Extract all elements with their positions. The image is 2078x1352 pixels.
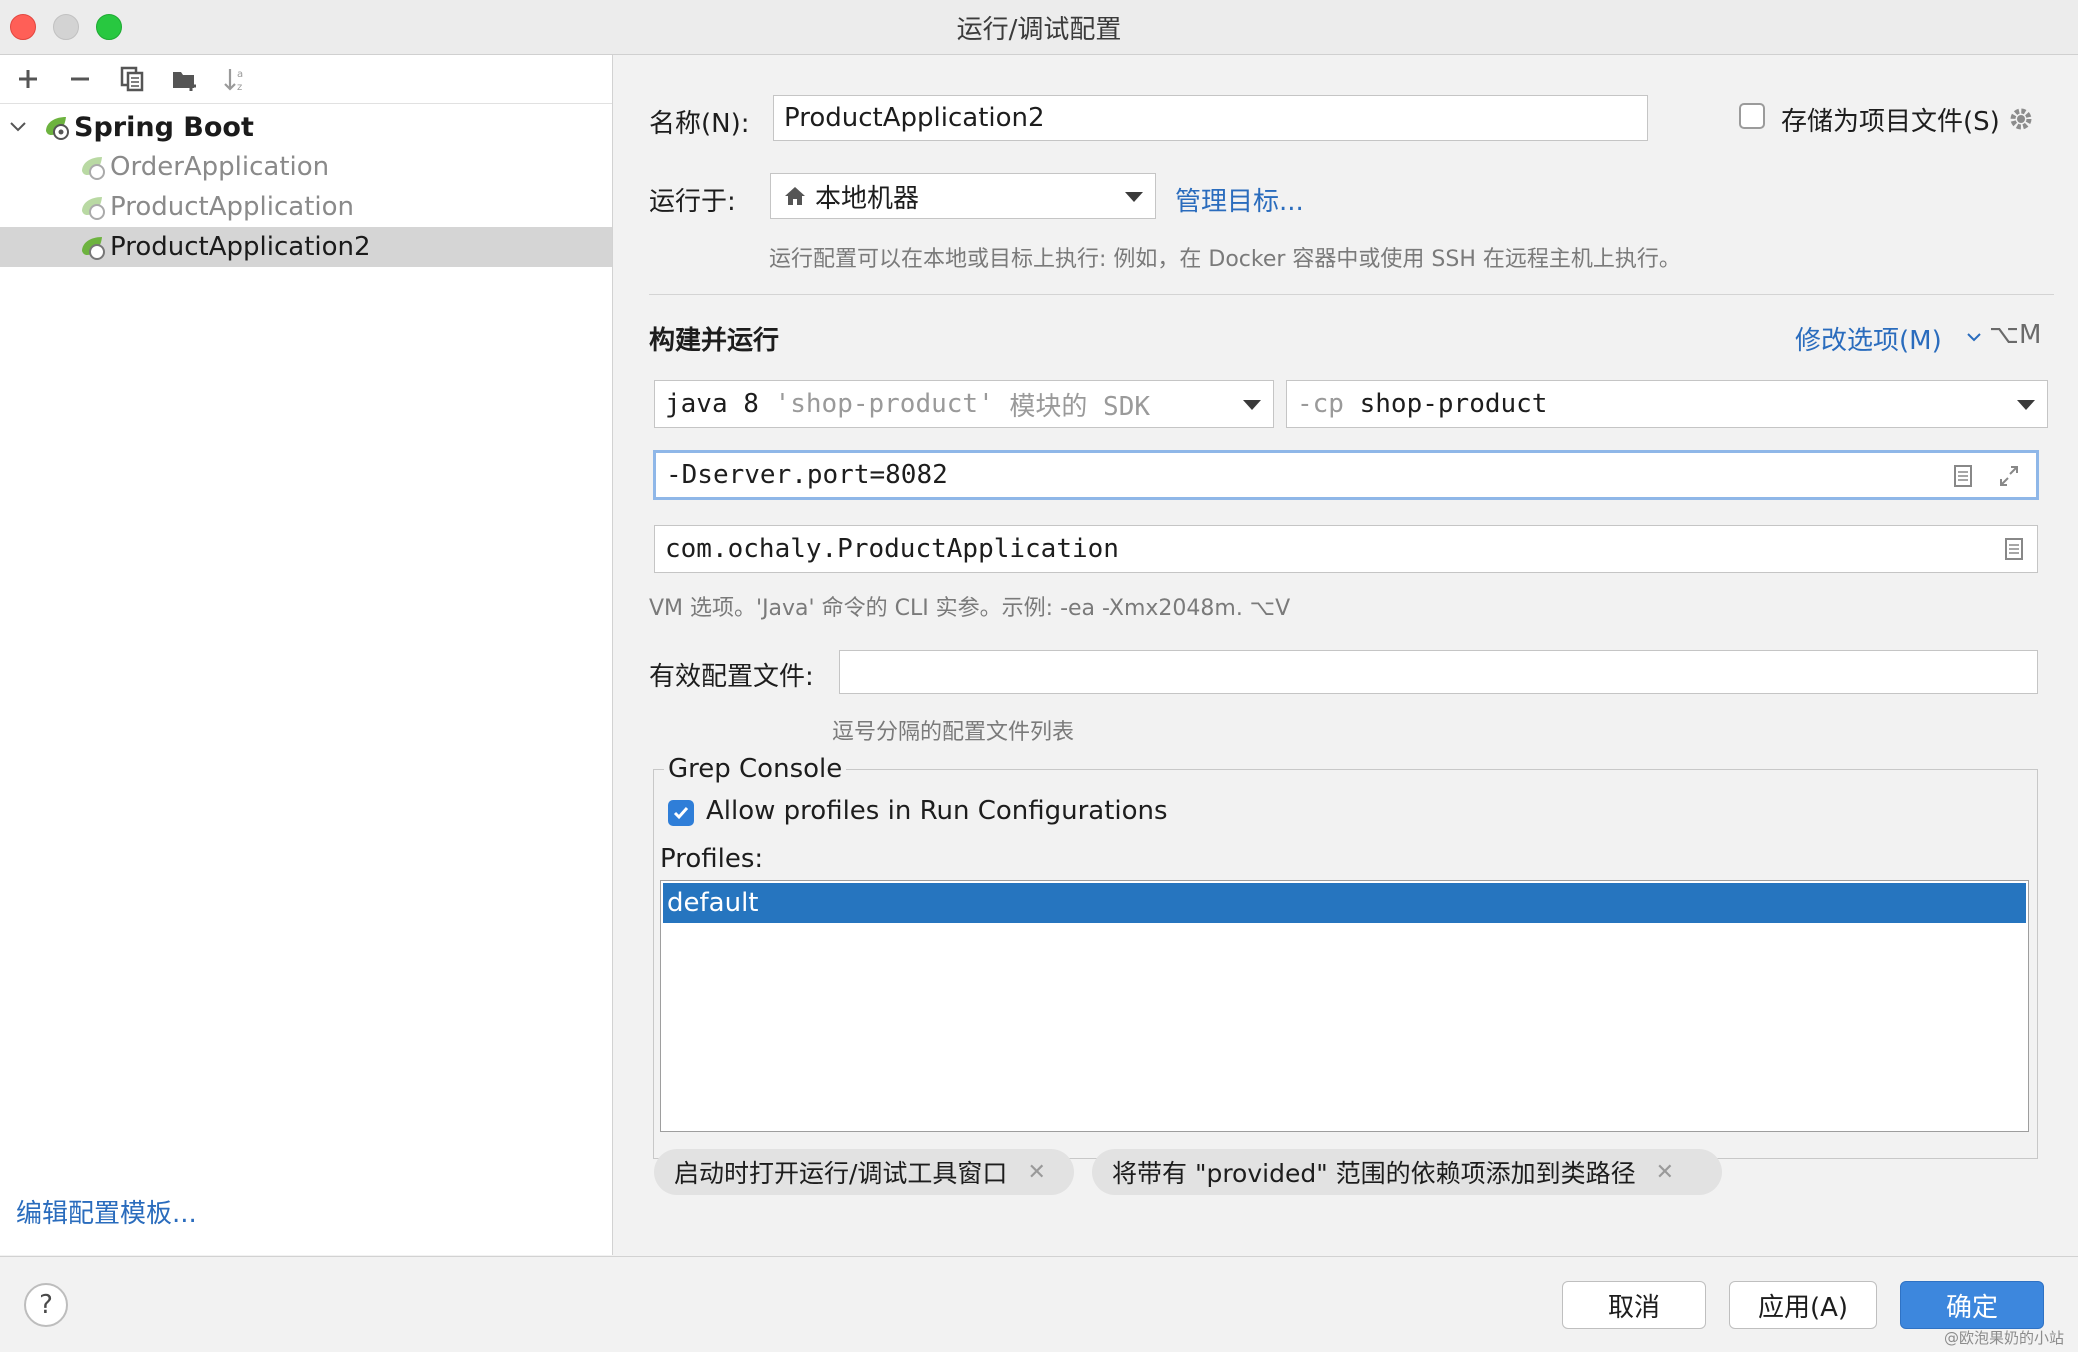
name-field[interactable]: ProductApplication2 <box>773 95 1648 141</box>
run-debug-config-window: 运行/调试配置 az Spring Boot OrderApplication … <box>0 0 2078 1352</box>
zoom-window-button[interactable] <box>96 14 122 40</box>
tree-item-order-application[interactable]: OrderApplication <box>0 147 612 187</box>
jdk-module: 'shop-product' <box>774 389 994 419</box>
tree-group-spring-boot[interactable]: Spring Boot <box>0 107 612 147</box>
store-as-project-file-checkbox[interactable] <box>1739 103 1765 129</box>
chevron-down-icon <box>2017 400 2035 410</box>
plus-icon <box>19 70 37 88</box>
classpath-value: shop-product <box>1359 389 1548 419</box>
config-form-pane: 名称(N): ProductApplication2 存储为项目文件(S) 运行… <box>613 55 2078 1255</box>
minimize-window-button[interactable] <box>53 14 79 40</box>
apply-button[interactable]: 应用(A) <box>1729 1281 1877 1329</box>
run-on-select[interactable]: 本地机器 <box>770 173 1156 219</box>
close-icon[interactable]: ✕ <box>1027 1160 1045 1185</box>
name-label: 名称(N): <box>649 109 750 139</box>
add-config-button[interactable] <box>8 59 48 99</box>
chip-label: 将带有 "provided" 范围的依赖项添加到类路径 <box>1112 1159 1636 1188</box>
close-icon[interactable]: ✕ <box>1656 1160 1674 1185</box>
chevron-down-icon[interactable] <box>8 117 28 137</box>
minus-icon <box>71 77 89 81</box>
edit-templates-link[interactable]: 编辑配置模板... <box>16 1193 197 1230</box>
active-profiles-hint: 逗号分隔的配置文件列表 <box>832 720 1075 745</box>
vm-options-hint: VM 选项。'Java' 命令的 CLI 实参。示例: -ea -Xmx2048… <box>649 596 1291 621</box>
copy-config-button[interactable] <box>112 59 152 99</box>
tree-item-label: ProductApplication <box>110 192 354 222</box>
title-bar: 运行/调试配置 <box>0 0 2078 55</box>
close-window-button[interactable] <box>10 14 36 40</box>
tree-item-product-application[interactable]: ProductApplication <box>0 187 612 227</box>
sort-button[interactable]: az <box>216 59 256 99</box>
profiles-list[interactable]: default <box>660 880 2029 1132</box>
tree-item-product-application2[interactable]: ProductApplication2 <box>0 227 612 267</box>
classpath-select[interactable]: -cp shop-product <box>1286 380 2048 428</box>
run-on-hint: 运行配置可以在本地或目标上执行: 例如，在 Docker 容器中或使用 SSH … <box>769 247 1681 272</box>
spring-boot-app-icon <box>82 157 105 180</box>
chip-label: 启动时打开运行/调试工具窗口 <box>674 1159 1008 1188</box>
spring-boot-icon <box>46 117 69 140</box>
document-icon[interactable] <box>1952 464 1974 488</box>
profiles-label: Profiles: <box>660 844 764 874</box>
modify-options-link[interactable]: 修改选项(M) <box>1795 320 1942 357</box>
open-tool-window-chip[interactable]: 启动时打开运行/调试工具窗口 ✕ <box>654 1149 1074 1195</box>
config-tree-pane: az Spring Boot OrderApplication ProductA… <box>0 55 613 1255</box>
divider <box>649 294 2054 295</box>
classpath-flag: -cp <box>1297 389 1344 419</box>
new-folder-icon <box>173 72 196 91</box>
checkmark-icon <box>673 807 689 820</box>
spring-boot-app-icon <box>82 197 105 220</box>
ok-button[interactable]: 确定 <box>1900 1281 2044 1329</box>
gear-icon[interactable] <box>2007 105 2035 133</box>
list-item[interactable]: default <box>663 883 2026 923</box>
run-on-value: 本地机器 <box>815 183 920 214</box>
tree-item-label: OrderApplication <box>110 152 330 182</box>
watermark: @欧泡果奶的小站 <box>1943 1329 2064 1347</box>
new-folder-button[interactable] <box>164 59 204 99</box>
svg-text:a: a <box>237 69 243 80</box>
main-class-value: com.ochaly.ProductApplication <box>665 534 1119 564</box>
window-title: 运行/调试配置 <box>956 14 1122 45</box>
run-on-label: 运行于: <box>649 187 736 217</box>
copy-icon <box>120 66 144 92</box>
expand-icon[interactable] <box>1998 464 2020 488</box>
chevron-down-icon[interactable] <box>1965 330 1983 344</box>
sort-az-icon: az <box>224 69 243 93</box>
active-profiles-field[interactable] <box>839 650 2038 694</box>
grep-console-legend: Grep Console <box>664 754 847 784</box>
vm-options-field[interactable]: -Dserver.port=8082 <box>653 450 2039 500</box>
dialog-footer: ? 取消 应用(A) 确定 @欧泡果奶的小站 <box>0 1256 2078 1352</box>
section-title-build-run: 构建并运行 <box>649 326 780 356</box>
grep-console-group: Grep Console Allow profiles in Run Confi… <box>653 754 2038 1159</box>
jdk-suffix: 模块的 SDK <box>1009 391 1151 422</box>
vm-options-value: -Dserver.port=8082 <box>666 460 948 490</box>
manage-targets-link[interactable]: 管理目标... <box>1175 181 1304 218</box>
document-icon[interactable] <box>2003 537 2025 561</box>
jdk-version: java 8 <box>665 389 759 419</box>
main-class-field[interactable]: com.ochaly.ProductApplication <box>654 525 2038 573</box>
tree-group-label: Spring Boot <box>74 111 254 143</box>
jdk-select[interactable]: java 8 'shop-product' 模块的 SDK <box>654 380 1274 428</box>
help-button[interactable]: ? <box>24 1283 68 1327</box>
provided-scope-chip[interactable]: 将带有 "provided" 范围的依赖项添加到类路径 ✕ <box>1092 1149 1722 1195</box>
home-icon <box>785 187 805 205</box>
name-value: ProductApplication2 <box>784 103 1045 133</box>
modify-options-shortcut: ⌥M <box>1989 320 2042 350</box>
svg-text:z: z <box>237 82 242 93</box>
store-as-project-file-label: 存储为项目文件(S) <box>1781 107 2000 137</box>
tree-toolbar: az <box>0 55 612 104</box>
spring-boot-app-icon <box>82 237 105 260</box>
allow-profiles-checkbox[interactable] <box>668 800 694 826</box>
active-profiles-label: 有效配置文件: <box>649 662 814 692</box>
cancel-button[interactable]: 取消 <box>1562 1281 1706 1329</box>
chevron-down-icon <box>1243 400 1261 410</box>
remove-config-button[interactable] <box>60 59 100 99</box>
allow-profiles-label: Allow profiles in Run Configurations <box>706 796 1168 826</box>
tree-item-label: ProductApplication2 <box>110 232 371 262</box>
window-controls <box>10 14 122 40</box>
chevron-down-icon <box>1125 192 1143 202</box>
